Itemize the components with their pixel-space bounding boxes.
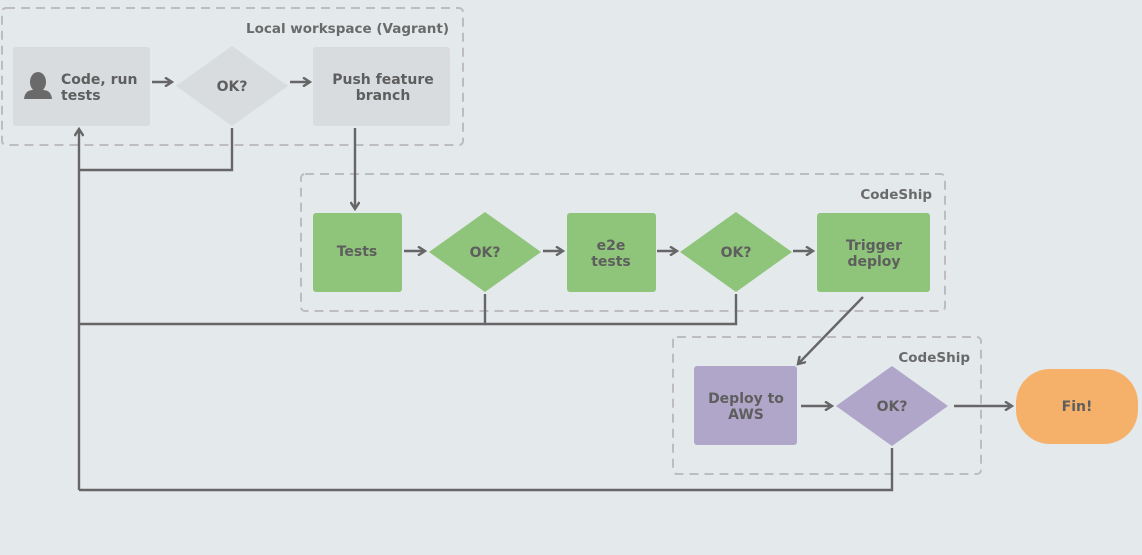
node-label: OK? <box>721 245 752 261</box>
node-tests: Tests <box>313 213 402 292</box>
node-label: tests <box>61 88 101 104</box>
node-label: tests <box>591 254 631 270</box>
node-label: Tests <box>337 244 378 260</box>
group-label: Local workspace (Vagrant) <box>246 21 449 37</box>
node-label: Trigger <box>846 238 902 254</box>
node-label: Push feature <box>332 72 434 88</box>
arrow-trigger-to-deploy <box>798 296 864 364</box>
node-label: Fin! <box>1062 399 1093 415</box>
node-deploy-to-aws: Deploy to AWS <box>694 366 797 445</box>
decision-ok-deploy: OK? <box>836 366 948 446</box>
node-push-feature-branch: Push feature branch <box>313 47 450 126</box>
group-label: CodeShip <box>898 350 970 366</box>
node-label: deploy <box>847 254 900 270</box>
decision-ok-e2e: OK? <box>680 212 792 292</box>
node-label: OK? <box>217 79 248 95</box>
node-label: Code, run <box>61 72 137 88</box>
arrow-ok3-fail <box>485 294 738 326</box>
decision-ok-local: OK? <box>176 46 288 126</box>
node-label: branch <box>356 88 411 104</box>
node-label: e2e <box>597 238 626 254</box>
node-e2e-tests: e2e tests <box>567 213 656 292</box>
arrow-ok4-fail <box>79 448 894 492</box>
node-label: OK? <box>470 245 501 261</box>
decision-ok-tests: OK? <box>429 212 541 292</box>
node-label: AWS <box>728 407 764 423</box>
node-fin: Fin! <box>1016 369 1138 444</box>
arrow-ok1-fail <box>79 128 234 172</box>
flowchart: Local workspace (Vagrant) CodeShip CodeS… <box>1 7 1138 492</box>
node-label: OK? <box>877 399 908 415</box>
arrow-ok2-fail <box>79 294 487 326</box>
node-code-run-tests: Code, run tests <box>13 47 150 126</box>
group-label: CodeShip <box>860 187 932 203</box>
node-label: Deploy to <box>708 391 784 407</box>
node-trigger-deploy: Trigger deploy <box>817 213 930 292</box>
